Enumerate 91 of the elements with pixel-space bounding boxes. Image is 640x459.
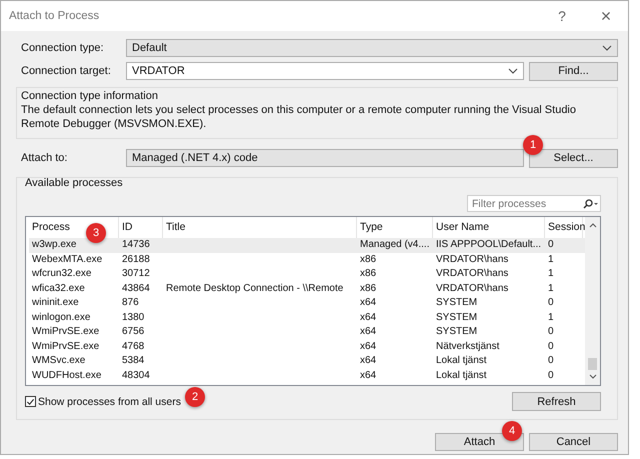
table-cell-text: WMSvc.exe [31,354,86,368]
table-cell-text: winlogon.exe [31,310,90,324]
chevron-icon [508,68,518,74]
table-cell-text: 14736 [121,238,150,252]
field-label: Connection type: [21,42,105,54]
help-button[interactable]: ? [540,8,584,24]
table-cell-text: 1380 [121,310,144,324]
table-cell-text: 48304 [121,368,150,382]
find-button[interactable]: Find... [529,62,618,80]
process-row[interactable]: wfica32.exe 43864 Remote Desktop Connection - \\Remote x86 VRDATOR\hans 1 [29,282,585,296]
attach-to-field: Managed (.NET 4.x) code [126,149,524,167]
table-cell-text: VRDATOR\hans [435,267,508,281]
table-cell-text: WUDFHost.exe [31,368,102,382]
table-cell-text: 6756 [121,325,144,339]
select-button[interactable]: Select... [529,148,618,168]
table-cell-text: x64 [359,368,376,382]
table-cell-text: Lokal tjänst [435,368,487,382]
table-cell-text: x86 [359,282,376,296]
process-row[interactable]: w3wp.exe 14736 Managed (v4.... IIS APPPOOL\Default... 0 [29,238,585,252]
checkmark-icon [26,396,35,406]
dialog-button[interactable]: Attach [435,433,524,451]
scroll-up-icon[interactable] [588,223,596,228]
scrollbar[interactable] [585,217,600,385]
table-cell-text: SYSTEM [435,296,478,310]
filter-field[interactable]: Filter processes [467,195,601,212]
table-cell-text: SYSTEM [435,310,478,324]
dialog-button[interactable]: Cancel [529,433,618,451]
table-cell-text: 1 [547,267,554,281]
table-cell-text: VRDATOR\hans [435,252,508,266]
refresh-button[interactable]: Refresh [512,392,601,411]
table-cell-text: 0 [547,354,554,368]
table-cell-text: 1 [547,252,554,266]
table-cell-text: Lokal tjänst [435,354,487,368]
table-cell-text: IIS APPPOOL\Default... [435,238,542,252]
table-cell-text: 26188 [121,252,150,266]
process-row[interactable]: wfcrun32.exe 30712 x86 VRDATOR\hans 1 [29,267,585,282]
show-all-users-checkbox[interactable]: Show processes from all users [25,396,181,408]
chevron-icon [602,45,612,51]
table-cell-text: wfcrun32.exe [31,267,92,281]
table-cell-text: x86 [359,252,376,266]
table-cell-text: 43864 [121,282,150,296]
table-cell-text: 1 [547,282,554,296]
scroll-down-icon[interactable] [588,374,596,379]
process-row[interactable]: WmiPrvSE.exe 6756 x64 SYSTEM 0 [29,325,585,340]
table-cell-text: 876 [121,296,139,310]
field-label: Connection target: [21,65,112,77]
table-cell-text: wfica32.exe [31,282,85,296]
group-legend: Available processes [25,177,611,189]
process-row[interactable]: wininit.exe 876 x64 SYSTEM 0 [29,296,585,310]
window-title: Attach to Process [8,10,100,22]
table-cell-text: 0 [547,296,554,310]
table-cell-text: x86 [359,267,376,281]
group-legend: Connection type information [21,90,611,102]
table-cell-text: SYSTEM [435,325,478,339]
table-cell-text: x64 [359,340,376,354]
process-row[interactable]: WMSvc.exe 5384 x64 Lokal tjänst 0 [29,354,585,368]
table-cell-text: wininit.exe [31,296,79,310]
connection-target-field[interactable]: VRDATOR [126,62,524,80]
process-row[interactable]: WUDFHost.exe 48304 x64 Lokal tjänst 0 [29,368,585,383]
table-cell-text: 30712 [121,267,150,281]
table-cell-text: WebexMTA.exe [31,252,102,266]
info-text: The default connection lets you select processes on this computer or a remote computer running the Visual Studio Remote Debugger (MSVSMON.EXE). [21,103,577,131]
scroll-thumb[interactable] [588,358,597,370]
field-label: Attach to: [21,152,68,164]
table-cell-text: Managed (v4.... [359,238,430,252]
table-cell-text: x64 [359,354,376,368]
table-cell-text: Remote Desktop Connection - \\Remote [165,282,344,296]
step-marker: 4 [502,421,522,441]
table-cell-text: Nätverkstjänst [435,340,500,354]
close-button[interactable]: × [584,6,628,26]
connection-type-dropdown[interactable]: Default [126,39,618,57]
table-cell-text: x64 [359,310,376,324]
table-cell-text: w3wp.exe [31,238,76,252]
process-row[interactable]: WebexMTA.exe 26188 x86 VRDATOR\hans 1 [29,252,585,267]
search-icon [582,198,598,208]
table-cell-text: 0 [547,325,554,339]
table-cell-text: x64 [359,296,376,310]
table-cell-text: 5384 [121,354,144,368]
step-marker: 2 [185,387,205,407]
step-marker: 1 [523,135,543,155]
table-cell-text: 1 [547,310,554,324]
process-row[interactable]: winlogon.exe 1380 x64 SYSTEM 1 [29,310,585,325]
table-cell-text: x64 [359,325,376,339]
table-cell-text: WmiPrvSE.exe [31,340,100,354]
table-cell-text: 0 [547,340,554,354]
table-cell-text: VRDATOR\hans [435,282,508,296]
table-cell-text: 0 [547,238,554,252]
table-cell-text: 4768 [121,340,144,354]
table-cell-text: WmiPrvSE.exe [31,325,100,339]
table-cell-text: 0 [547,368,554,382]
process-row[interactable]: WmiPrvSE.exe 4768 x64 Nätverkstjänst 0 [29,340,585,354]
